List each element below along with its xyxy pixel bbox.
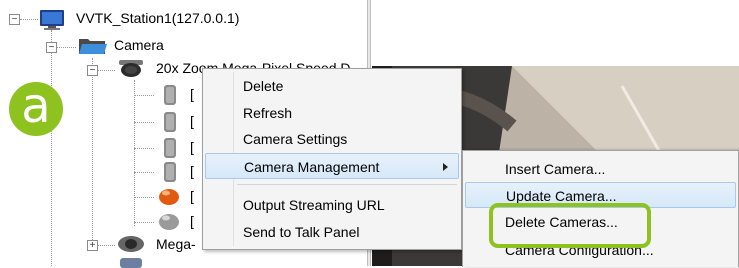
submenu-item-insert-camera[interactable]: Insert Camera...	[463, 156, 738, 182]
stream-icon	[162, 84, 178, 111]
sub-item-label[interactable]: [	[190, 213, 194, 229]
menu-item-send-to-talk-panel[interactable]: Send to Talk Panel	[203, 219, 461, 245]
sub-item-label[interactable]: [	[190, 188, 194, 204]
gray-orb-icon	[158, 211, 180, 236]
menu-item-delete[interactable]: Delete	[203, 73, 461, 99]
sub-item-label[interactable]: [	[190, 163, 194, 179]
camera-icon	[116, 233, 146, 260]
menu-separator	[237, 184, 457, 185]
stream-icon	[162, 111, 178, 138]
step-badge: a	[9, 82, 63, 136]
collapse-camera-folder-toggle[interactable]: −	[46, 42, 57, 53]
device-icon	[120, 258, 142, 268]
stream-icon	[162, 161, 178, 188]
station-label[interactable]: VVTK_Station1(127.0.0.1)	[76, 10, 239, 26]
camera-management-label: Camera Management	[244, 159, 380, 175]
menu-item-camera-management[interactable]: Camera Management	[205, 153, 459, 179]
open-folder-icon	[77, 36, 109, 61]
sub-item-label[interactable]: [	[190, 86, 194, 102]
camera-folder-label[interactable]: Camera	[114, 37, 164, 53]
computer-icon	[37, 9, 67, 36]
collapse-camera-item-toggle[interactable]: −	[87, 65, 98, 76]
stream-icon	[162, 137, 178, 164]
menu-item-camera-settings[interactable]: Camera Settings	[203, 126, 461, 152]
speed-dome-icon	[116, 58, 146, 85]
menu-item-refresh[interactable]: Refresh	[203, 100, 461, 126]
submenu-arrow-icon	[443, 163, 448, 171]
sub-item-label[interactable]: [	[190, 113, 194, 129]
mega-label[interactable]: Mega-	[156, 236, 196, 252]
highlight-ring	[489, 203, 651, 248]
menu-item-output-streaming-url[interactable]: Output Streaming URL	[203, 192, 461, 218]
expand-mega-toggle[interactable]: +	[87, 240, 98, 251]
collapse-station-toggle[interactable]: −	[9, 14, 20, 25]
alarm-orb-icon	[158, 186, 180, 211]
context-menu: Delete Refresh Camera Settings Camera Ma…	[202, 68, 462, 250]
sub-item-label[interactable]: [	[190, 139, 194, 155]
